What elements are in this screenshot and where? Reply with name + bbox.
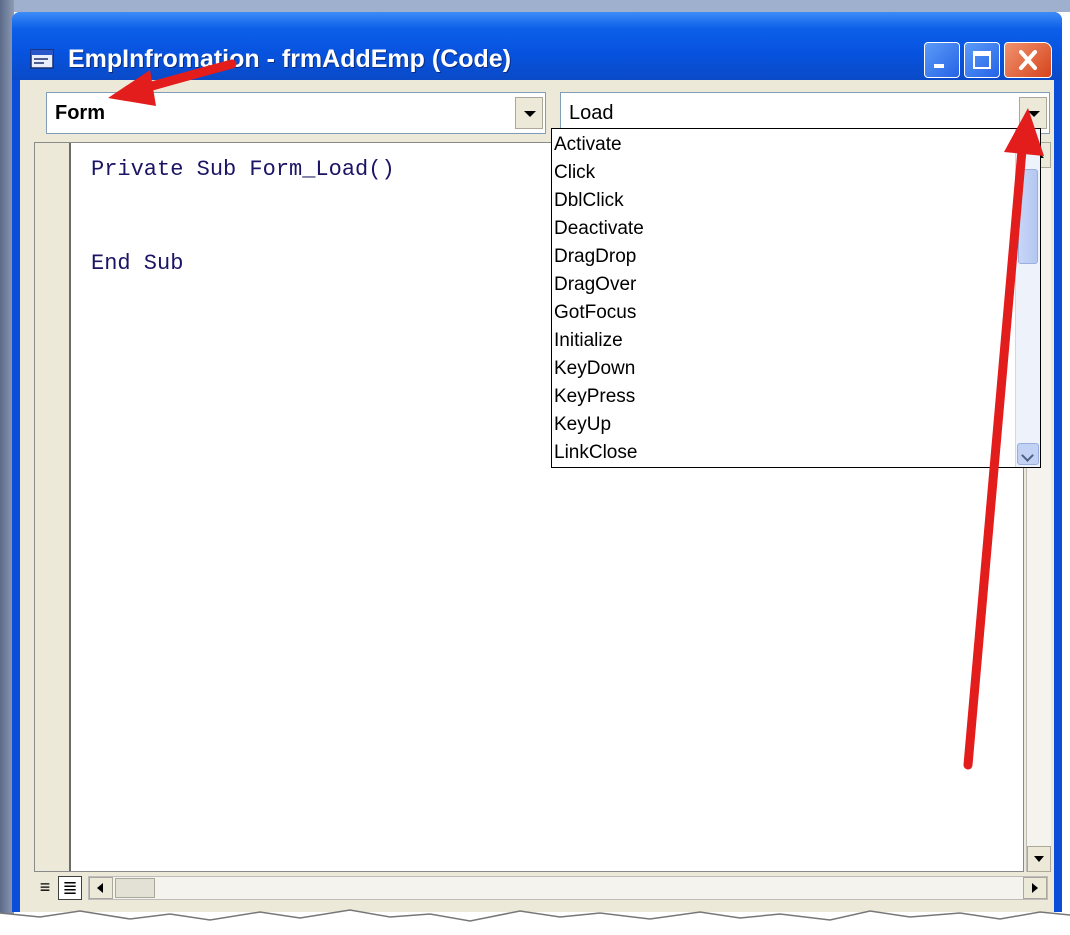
dropdown-item[interactable]: Deactivate (554, 215, 644, 243)
dropdown-item[interactable]: DragOver (554, 271, 636, 299)
bottom-bar: ≡ ≣ (34, 874, 1050, 902)
close-button[interactable] (1004, 42, 1052, 78)
dropdown-scrollbar[interactable] (1015, 129, 1040, 467)
dropdown-item[interactable]: LinkClose (554, 439, 637, 467)
maximize-icon (973, 51, 991, 69)
close-icon (1019, 50, 1037, 70)
minimize-icon (934, 64, 944, 68)
procedure-dropdown-list[interactable]: Activate Click DblClick Deactivate DragD… (551, 128, 1041, 468)
full-module-view-icon[interactable]: ≣ (58, 876, 82, 900)
dropdown-item[interactable]: KeyDown (554, 355, 635, 383)
dropdown-item[interactable]: KeyPress (554, 383, 635, 411)
scroll-down-button[interactable] (1027, 846, 1051, 872)
background-window-top (0, 0, 1070, 12)
horizontal-scrollbar[interactable] (88, 876, 1048, 900)
margin-indicator-bar[interactable] (35, 143, 71, 871)
maximize-button[interactable] (964, 42, 1000, 78)
procedure-combo-dropdown-button[interactable] (1019, 97, 1047, 129)
code-line[interactable]: End Sub (91, 251, 183, 276)
dropdown-item[interactable]: Initialize (554, 327, 623, 355)
procedure-combo-value: Load (569, 102, 614, 124)
dropdown-item[interactable]: DragDrop (554, 243, 636, 271)
dropdown-item[interactable]: Click (554, 159, 595, 187)
torn-edge (0, 909, 1070, 935)
title-bar[interactable]: EmpInfromation - frmAddEmp (Code) (12, 12, 1062, 80)
dropdown-item[interactable]: KeyUp (554, 411, 611, 439)
horizontal-scroll-thumb[interactable] (115, 878, 155, 898)
dropdown-item[interactable]: GotFocus (554, 299, 636, 327)
object-combo-dropdown-button[interactable] (515, 97, 543, 129)
dropdown-scroll-thumb[interactable] (1018, 169, 1038, 264)
code-line[interactable]: Private Sub Form_Load() (91, 157, 395, 182)
chevron-down-icon[interactable] (1017, 443, 1039, 465)
dropdown-item[interactable]: DblClick (554, 187, 624, 215)
object-combo-value: Form (55, 102, 105, 124)
procedure-view-icon[interactable]: ≡ (34, 876, 56, 898)
window-icon (30, 49, 54, 69)
object-combo[interactable]: Form (46, 92, 546, 134)
dropdown-item[interactable]: Activate (554, 131, 622, 159)
scroll-right-button[interactable] (1023, 877, 1047, 899)
minimize-button[interactable] (924, 42, 960, 78)
window-title: EmpInfromation - frmAddEmp (Code) (68, 45, 512, 73)
scroll-left-button[interactable] (89, 877, 113, 899)
